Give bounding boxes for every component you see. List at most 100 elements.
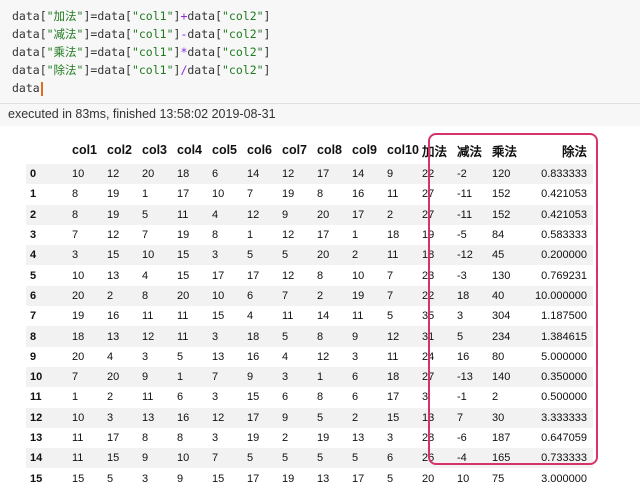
code-line[interactable]: data["乘法"]=data["col1"]*data["col2"] [12,43,270,61]
row-index: 5 [30,269,37,282]
code-token: ]=data[ [83,27,132,41]
table-cell: 17 [107,432,120,444]
row-index: 13 [30,432,43,444]
table-cell: 0.833333 [541,168,587,181]
column-header[interactable]: col8 [317,136,352,164]
table-cell: 80 [492,350,505,363]
table-row: 10 7 20 9 1 7 9 3 1 6 18 27 -13 140 0.350000 [26,366,593,388]
table-cell: 8 [317,269,324,282]
code-line[interactable]: data [12,79,43,97]
column-header[interactable]: col1 [72,136,107,164]
code-token: ] [263,27,271,41]
table-cell: 40 [492,289,505,302]
table-cell: 0.500000 [541,391,587,404]
table-cell: 17 [247,269,260,282]
table-row: 0 10 12 20 18 6 14 12 17 14 9 22 -2 120 0.833333 [26,164,593,185]
table-cell: 6 [352,391,359,404]
table-row: 14 11 15 9 10 7 5 5 5 5 6 26 -4 165 0.733333 [26,448,593,469]
column-header[interactable]: col7 [282,136,317,164]
table-cell: 19 [107,208,120,221]
table-cell: -6 [457,432,467,444]
table-cell: 9 [142,371,149,384]
table-cell: 12 [387,330,400,343]
table-cell: 1 [247,229,254,242]
table-cell: 75 [492,472,505,485]
table-cell: 3 [212,391,219,404]
table-cell: 18 [177,168,190,181]
table-cell: 5 [387,472,394,485]
code-cell[interactable]: data["加法"]=data["col1"]+data["col2"] data… [0,0,640,104]
column-header[interactable]: col6 [247,136,282,164]
table-cell: 13 [422,411,435,424]
table-cell: 3 [212,249,219,262]
column-header[interactable]: col2 [107,136,142,164]
column-header[interactable]: 加法 [422,136,457,164]
column-header[interactable] [26,136,72,164]
row-index: 10 [30,371,43,384]
table-cell: 7 [212,371,219,384]
table-cell: 12 [212,411,225,424]
table-cell: 7 [72,371,79,384]
table-cell: 1.384615 [541,330,587,343]
table-cell: 0.733333 [541,452,587,465]
table-cell: 9 [247,371,254,384]
table-cell: 12 [282,229,295,242]
table-cell: 8 [317,391,324,404]
row-index: 1 [30,188,37,201]
table-cell: 5 [317,452,324,465]
table-cell: 15 [177,249,190,262]
table-cell: 17 [387,391,400,404]
table-cell: 8 [177,432,184,444]
table-cell: 2 [107,289,114,302]
column-header[interactable]: col4 [177,136,212,164]
table-cell: 14 [352,168,365,181]
row-index: 14 [30,452,43,465]
table-cell: 5 [317,411,324,424]
table-cell: 3 [142,472,149,485]
column-header[interactable]: 乘法 [492,136,527,164]
code-line[interactable]: data["加法"]=data["col1"]+data["col2"] [12,7,270,25]
code-token: ] [263,45,271,59]
column-header[interactable]: col10 [387,136,422,164]
table-row: 11 1 2 11 6 3 15 6 8 6 17 3 -1 2 0.500000 [26,387,593,407]
table-cell: 17 [247,472,260,485]
table-cell: 10.000000 [535,289,587,302]
row-index: 0 [30,168,37,181]
table-cell: -3 [457,269,467,282]
column-header[interactable]: col5 [212,136,247,164]
table-cell: 27 [422,371,435,384]
table-cell: 4 [212,208,219,221]
table-row: 5 10 13 4 15 17 17 12 8 10 7 23 -3 130 0.769231 [26,265,593,285]
table-cell: 10 [72,411,85,424]
table-cell: 6 [387,452,394,465]
table-row: 9 20 4 3 5 13 16 4 12 3 11 24 16 80 5.000000 [26,347,593,367]
row-index: 4 [30,249,37,262]
table-cell: 11 [387,188,399,201]
table-cell: 4 [142,269,149,282]
table-cell: 5 [457,330,464,343]
table-cell: 2 [492,391,499,404]
code-line[interactable]: data["除法"]=data["col1"]/data["col2"] [12,61,270,79]
table-cell: 10 [457,472,470,485]
table-cell: 0.421053 [541,208,587,221]
code-token: ] [263,9,271,23]
table-cell: 19 [282,188,295,201]
table-cell: 0.583333 [541,229,587,242]
table-row: 7 19 16 11 11 15 4 11 14 11 5 35 3 304 1.187500 [26,306,593,326]
table-cell: 11 [72,452,84,465]
row-index: 11 [30,391,42,404]
table-cell: 19 [177,229,190,242]
column-header[interactable]: 除法 [527,136,593,164]
table-cell: 120 [492,168,511,181]
column-header[interactable]: col3 [142,136,177,164]
code-token: "乘法" [46,45,84,59]
column-header[interactable]: col9 [352,136,387,164]
code-token: "col1" [131,9,174,23]
code-line[interactable]: data["减法"]=data["col1"]-data["col2"] [12,25,270,43]
table-cell: 22 [422,168,435,181]
table-cell: 1 [142,188,149,201]
table-cell: 3 [422,391,429,404]
table-cell: 7 [72,229,79,242]
column-header[interactable]: 减法 [457,136,492,164]
table-cell: 12 [282,168,295,181]
